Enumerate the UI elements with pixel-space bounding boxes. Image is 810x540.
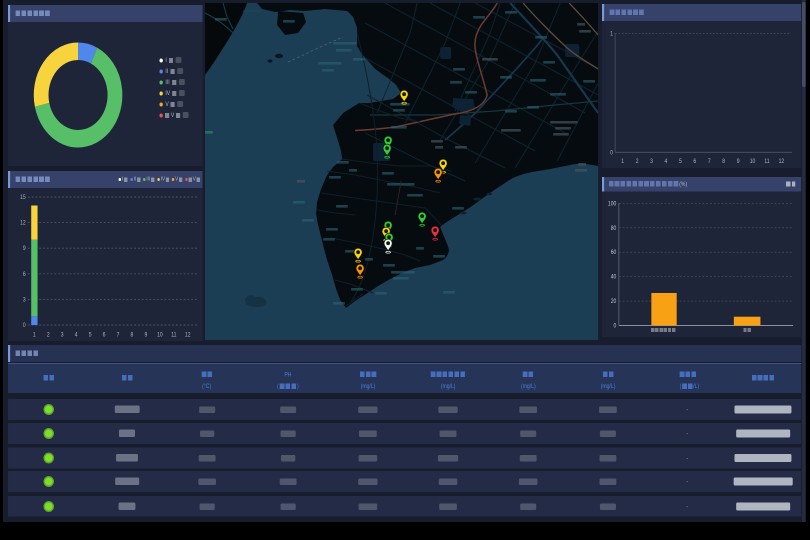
svg-text:8: 8 xyxy=(722,159,725,165)
svg-text:3: 3 xyxy=(23,297,26,303)
svg-text:12: 12 xyxy=(779,159,785,165)
svg-text:3: 3 xyxy=(61,332,64,338)
svg-text:2: 2 xyxy=(636,159,639,165)
svg-text:5: 5 xyxy=(89,332,92,338)
svg-text:11: 11 xyxy=(764,159,769,165)
svg-text:4: 4 xyxy=(665,159,668,165)
svg-text:7: 7 xyxy=(117,332,120,338)
svg-text:100: 100 xyxy=(608,201,616,207)
svg-text:5: 5 xyxy=(679,159,682,165)
svg-text:80: 80 xyxy=(611,225,617,231)
svg-text:1: 1 xyxy=(621,159,624,165)
svg-text:40: 40 xyxy=(611,274,617,280)
svg-text:4: 4 xyxy=(75,332,78,338)
svg-text:20: 20 xyxy=(611,299,617,305)
svg-text:11: 11 xyxy=(171,332,176,338)
svg-text:15: 15 xyxy=(20,195,26,201)
svg-text:6: 6 xyxy=(23,271,26,277)
svg-text:12: 12 xyxy=(20,220,26,226)
svg-text:10: 10 xyxy=(157,332,163,338)
svg-text:6: 6 xyxy=(693,159,696,165)
svg-text:0: 0 xyxy=(23,323,26,329)
svg-text:7: 7 xyxy=(708,159,711,165)
svg-text:2: 2 xyxy=(47,332,50,338)
svg-text:1: 1 xyxy=(610,31,613,37)
svg-text:1: 1 xyxy=(33,332,36,338)
svg-text:9: 9 xyxy=(737,159,740,165)
svg-text:10: 10 xyxy=(750,159,756,165)
svg-text:9: 9 xyxy=(23,246,26,252)
svg-text:6: 6 xyxy=(103,332,106,338)
svg-text:60: 60 xyxy=(611,250,617,256)
svg-text:0: 0 xyxy=(610,150,613,156)
svg-text:3: 3 xyxy=(650,159,653,165)
svg-text:8: 8 xyxy=(131,332,134,338)
svg-text:0: 0 xyxy=(614,323,617,329)
svg-text:9: 9 xyxy=(145,332,148,338)
svg-text:12: 12 xyxy=(185,332,191,338)
